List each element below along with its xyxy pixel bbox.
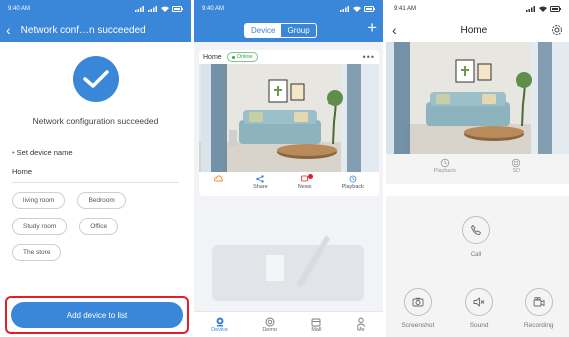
status-badge: Online <box>226 52 258 62</box>
history-icon <box>440 158 450 168</box>
status-bar: 9:41 AM <box>386 0 569 18</box>
camera-icon[interactable] <box>403 288 432 316</box>
sound-control[interactable]: Sound <box>465 288 494 329</box>
page-title: Home <box>460 24 488 36</box>
signal-icon <box>135 6 144 12</box>
status-time: 9:40 AM <box>8 6 31 12</box>
tab-mall-nav[interactable]: Mall <box>311 317 321 333</box>
live-view-screen: 9:41 AM ‹ Home Playback SD Call Screensh… <box>386 0 569 337</box>
call-control[interactable]: Call <box>462 216 490 258</box>
page-title: Network conf…n succeeded <box>20 24 146 36</box>
success-message: Network configuration succeeded <box>32 116 159 126</box>
add-device-button[interactable]: Add device to list <box>11 302 183 328</box>
screenshot-control[interactable]: Screenshot <box>401 288 434 329</box>
wifi-icon <box>161 6 169 12</box>
signal-icon <box>148 6 157 12</box>
battery-icon <box>550 6 561 12</box>
tab-device-nav[interactable]: Device <box>211 317 228 333</box>
sd-control[interactable]: SD <box>511 158 521 184</box>
screenshot-label: Screenshot <box>401 322 435 329</box>
more-icon[interactable]: ••• <box>363 52 375 62</box>
wifi-icon <box>539 6 547 12</box>
card-action-share[interactable]: Share <box>253 175 268 190</box>
video-controls: Playback SD <box>386 154 569 184</box>
card-action-playback[interactable]: Playback <box>342 175 364 190</box>
control-panel: Call Screenshot Sound Recording <box>386 196 569 337</box>
device-card-header: Home Online ••• <box>199 50 379 64</box>
device-group-toggle: Device Group <box>244 23 317 38</box>
status-icons <box>526 6 561 12</box>
playback-control[interactable]: Playback <box>434 158 456 184</box>
battery-icon <box>172 6 183 12</box>
status-time: 9:40 AM <box>202 6 225 12</box>
playback-icon <box>349 175 357 183</box>
room-chip-living-room[interactable]: living room <box>12 192 66 209</box>
live-video-view[interactable] <box>386 42 569 154</box>
signal-icon <box>526 6 535 12</box>
tab-group[interactable]: Group <box>281 24 315 37</box>
tab-demo-nav[interactable]: Demo <box>262 317 277 333</box>
device-card[interactable]: Home Online ••• Share News Playback <box>199 50 379 196</box>
device-list-screen: 9:40 AM Device Group + Home Online ••• S… <box>194 0 383 337</box>
header: 9:40 AM Device Group + <box>194 0 383 42</box>
status-time: 9:41 AM <box>394 6 417 12</box>
back-arrow-icon[interactable]: ‹ <box>392 22 397 38</box>
status-icons <box>135 6 183 12</box>
title-bar: ‹ Home <box>386 18 569 42</box>
device-card-actions: Share News Playback <box>199 172 379 190</box>
sound-label: Sound <box>469 322 489 329</box>
share-icon <box>256 175 265 183</box>
tab-device[interactable]: Device <box>245 24 282 37</box>
network-config-screen: 9:40 AM ‹ Network conf…n succeeded Netwo… <box>0 0 191 337</box>
user-icon <box>356 317 366 327</box>
tab-me-nav[interactable]: Me <box>356 317 366 333</box>
notification-badge-icon <box>307 174 313 179</box>
settings-gear-icon[interactable] <box>551 24 563 36</box>
set-device-name-label: • Set device name <box>12 148 73 157</box>
camera-preview[interactable] <box>199 64 379 172</box>
room-chip-bedroom[interactable]: Bedroom <box>77 192 126 209</box>
signal-icon <box>340 6 349 12</box>
status-icons <box>340 6 375 12</box>
call-label: Call <box>470 252 482 258</box>
bottom-controls: Screenshot Sound Recording <box>386 288 569 329</box>
bottom-tab-bar: Device Demo Mall Me <box>194 311 383 337</box>
card-action-news[interactable]: News <box>298 174 313 190</box>
room-chip-the-store[interactable]: The store <box>12 244 62 261</box>
demo-icon <box>265 317 275 326</box>
recording-control[interactable]: Recording <box>524 288 554 329</box>
status-bar: 9:40 AM <box>194 0 383 18</box>
room-chip-study-room[interactable]: Study room <box>12 218 68 235</box>
room-chip-office[interactable]: Office <box>79 218 119 235</box>
phone-icon[interactable] <box>462 216 490 244</box>
wifi-icon <box>353 6 361 12</box>
battery-icon <box>364 6 375 12</box>
card-action-cloud[interactable] <box>214 175 223 190</box>
device-name: Home <box>203 53 222 61</box>
add-icon[interactable]: + <box>367 19 377 36</box>
sd-card-icon <box>512 158 521 168</box>
success-indicator <box>0 56 191 102</box>
room-chips: living room Bedroom Study room Office Th… <box>12 192 162 270</box>
mall-icon <box>311 318 321 326</box>
title-bar: ‹ Network conf…n succeeded <box>0 18 191 42</box>
checkmark-icon <box>72 56 119 102</box>
device-name-field[interactable]: Home <box>12 167 179 183</box>
back-arrow-icon[interactable]: ‹ <box>6 22 11 38</box>
camera-icon <box>216 317 224 326</box>
background-decoration <box>206 225 370 305</box>
add-button-highlight: Add device to list <box>5 296 189 334</box>
recording-label: Recording <box>523 322 554 329</box>
video-record-icon[interactable] <box>524 288 553 316</box>
speaker-mute-icon[interactable] <box>465 288 494 316</box>
status-bar: 9:40 AM <box>0 0 191 18</box>
bullet-icon: • <box>12 148 15 157</box>
cloud-icon <box>214 175 223 182</box>
